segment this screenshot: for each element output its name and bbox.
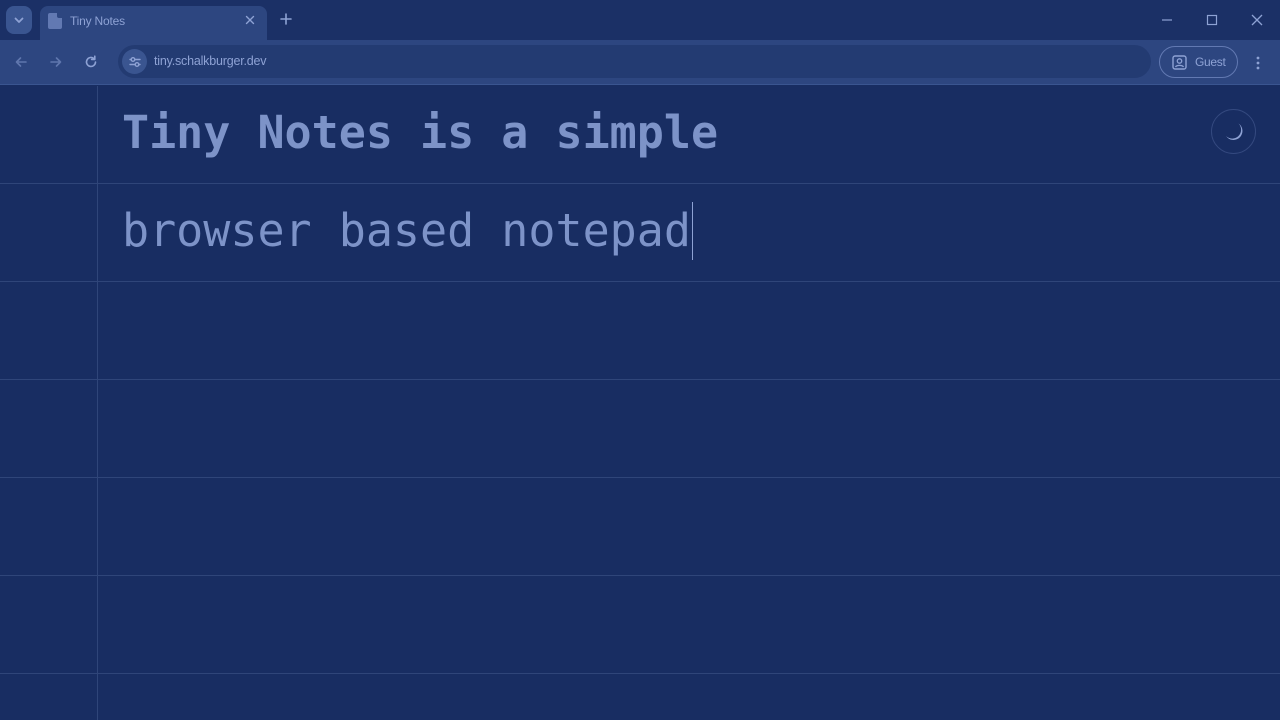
note-line-2-text: browser based notepad	[122, 204, 691, 257]
person-icon	[1172, 55, 1187, 70]
chevron-down-icon	[14, 17, 24, 23]
back-button[interactable]	[10, 51, 32, 73]
site-info-button[interactable]	[122, 49, 147, 74]
url-text: tiny.schalkburger.dev	[154, 54, 267, 68]
address-bar[interactable]: tiny.schalkburger.dev	[118, 45, 1151, 78]
theme-toggle-button[interactable]	[1211, 109, 1256, 154]
note-line-1[interactable]: Tiny Notes is a simple	[122, 106, 718, 159]
plus-icon	[280, 13, 292, 25]
ruled-line	[0, 477, 1280, 478]
ruled-line	[0, 183, 1280, 184]
ruled-line	[0, 281, 1280, 282]
browser-titlebar: Tiny Notes	[0, 0, 1280, 40]
tab-close-button[interactable]	[241, 11, 259, 29]
kebab-menu-icon	[1256, 56, 1260, 70]
close-icon	[1251, 14, 1263, 26]
minimize-icon	[1162, 19, 1172, 21]
document-icon	[48, 13, 62, 29]
tune-icon	[128, 56, 141, 67]
moon-icon	[1225, 123, 1242, 140]
maximize-button[interactable]	[1200, 8, 1224, 32]
note-line-2[interactable]: browser based notepad	[122, 202, 693, 263]
browser-toolbar: tiny.schalkburger.dev Guest	[0, 40, 1280, 85]
new-tab-button[interactable]	[276, 9, 296, 29]
profile-button[interactable]: Guest	[1159, 46, 1238, 78]
browser-menu-button[interactable]	[1250, 52, 1266, 74]
close-window-button[interactable]	[1245, 8, 1269, 32]
minimize-button[interactable]	[1155, 8, 1179, 32]
margin-line	[97, 86, 98, 720]
text-caret	[691, 202, 693, 260]
arrow-left-icon	[15, 57, 27, 67]
tab-search-button[interactable]	[6, 6, 32, 34]
arrow-right-icon	[50, 57, 62, 67]
ruled-line	[0, 575, 1280, 576]
tab-title: Tiny Notes	[70, 14, 125, 28]
notepad-page[interactable]: Tiny Notes is a simple browser based not…	[0, 86, 1280, 720]
browser-tab[interactable]: Tiny Notes	[40, 6, 267, 40]
forward-button[interactable]	[45, 51, 67, 73]
ruled-line	[0, 673, 1280, 674]
reload-button[interactable]	[80, 51, 102, 73]
reload-icon	[85, 55, 97, 68]
profile-label: Guest	[1195, 55, 1226, 69]
maximize-icon	[1206, 14, 1218, 26]
ruled-line	[0, 379, 1280, 380]
close-icon	[245, 15, 255, 25]
